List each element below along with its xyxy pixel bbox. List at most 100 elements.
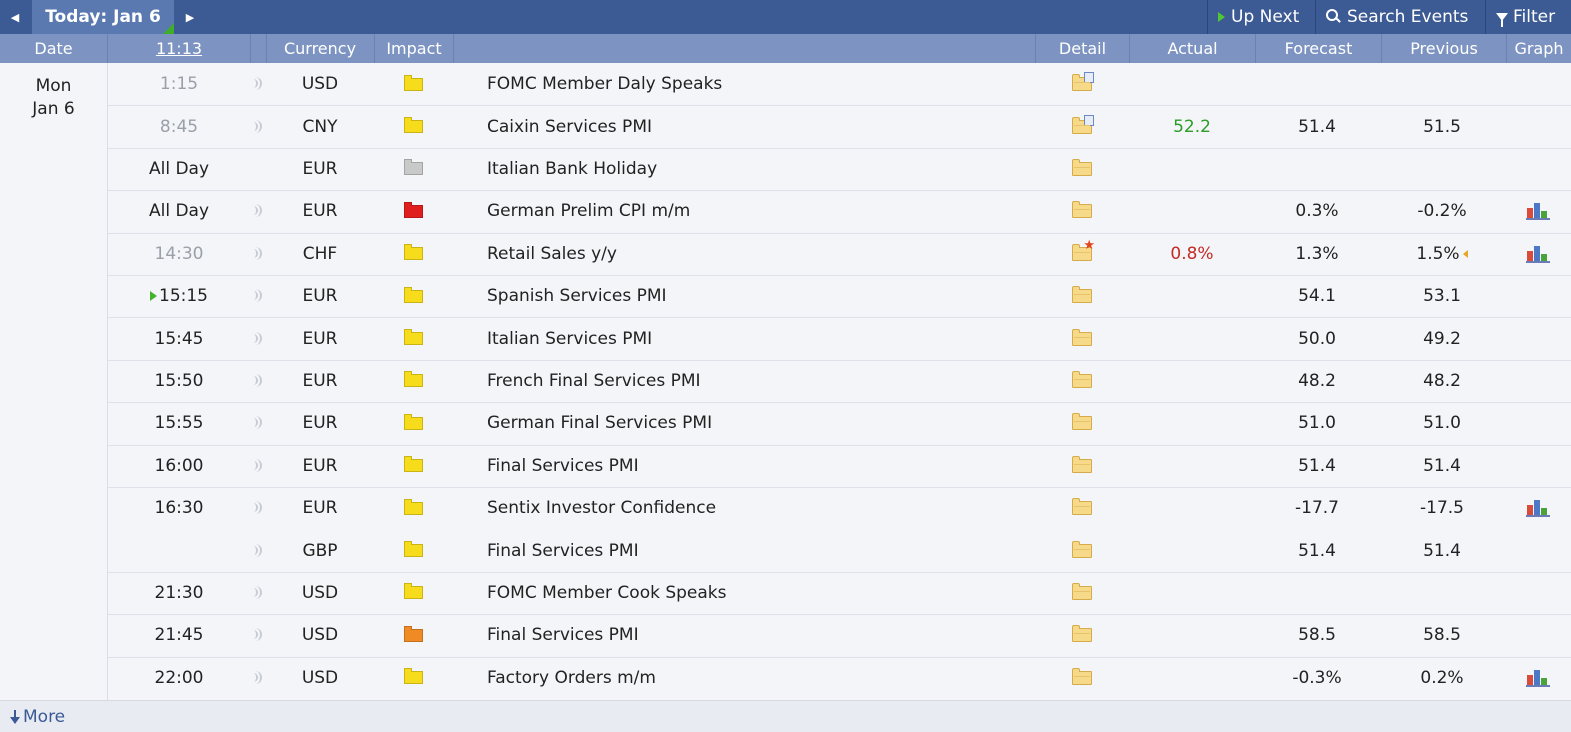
sound-alert-button[interactable]	[246, 63, 266, 105]
sound-alert-button[interactable]	[246, 614, 266, 656]
sound-alert-button[interactable]	[246, 487, 266, 529]
more-link[interactable]: More	[10, 707, 65, 727]
event-title-link[interactable]: Italian Bank Holiday	[487, 148, 1047, 190]
detail-folder-icon	[1072, 370, 1092, 388]
event-row[interactable]: 15:15 EUR Spanish Services PMI 54.1 53.1	[108, 275, 1571, 317]
col-impact: Impact	[386, 39, 442, 58]
graph-button[interactable]	[1518, 657, 1558, 699]
detail-button[interactable]	[1062, 445, 1102, 487]
event-row[interactable]: 15:45 EUR Italian Services PMI 50.0 49.2	[108, 317, 1571, 359]
event-title-link[interactable]: French Final Services PMI	[487, 360, 1047, 402]
event-currency: USD	[301, 582, 339, 603]
detail-button[interactable]	[1062, 317, 1102, 359]
detail-folder-icon	[1072, 582, 1092, 600]
event-title-link[interactable]: FOMC Member Cook Speaks	[487, 572, 1047, 614]
current-time-link[interactable]: 11:13	[108, 34, 250, 63]
sound-alert-button[interactable]	[246, 275, 266, 317]
impact-cell[interactable]	[376, 148, 450, 190]
event-row[interactable]: 22:00 USD Factory Orders m/m -0.3% 0.2%	[108, 657, 1571, 699]
impact-cell[interactable]	[376, 317, 450, 359]
sound-alert-button[interactable]	[246, 657, 266, 699]
event-title-link[interactable]: Retail Sales y/y	[487, 233, 1047, 275]
sound-alert-button[interactable]	[246, 233, 266, 275]
up-next-button[interactable]: Up Next	[1208, 0, 1308, 34]
event-row[interactable]: 21:30 USD FOMC Member Cook Speaks	[108, 572, 1571, 614]
event-title-link[interactable]: Final Services PMI	[487, 529, 1047, 571]
event-title-link[interactable]: Caixin Services PMI	[487, 105, 1047, 147]
detail-button[interactable]	[1062, 190, 1102, 232]
sound-alert-button[interactable]	[246, 529, 266, 571]
event-title-link[interactable]: FOMC Member Daly Speaks	[487, 63, 1047, 105]
event-row[interactable]: 8:45 CNY Caixin Services PMI 52.2 51.4 51.5	[108, 105, 1571, 147]
impact-cell[interactable]	[376, 275, 450, 317]
event-title-link[interactable]: Italian Services PMI	[487, 317, 1047, 359]
graph-button[interactable]	[1518, 487, 1558, 529]
event-row[interactable]: All Day EUR Italian Bank Holiday	[108, 148, 1571, 190]
impact-cell[interactable]	[376, 614, 450, 656]
event-row[interactable]: 14:30 CHF Retail Sales y/y ★ 0.8% 1.3% 1.5%	[108, 233, 1571, 275]
impact-cell[interactable]	[376, 572, 450, 614]
today-button[interactable]: Today: Jan 6	[32, 0, 174, 34]
sound-alert-button[interactable]	[246, 190, 266, 232]
impact-cell[interactable]	[376, 402, 450, 444]
event-title-link[interactable]: Sentix Investor Confidence	[487, 487, 1047, 529]
event-title-link[interactable]: German Prelim CPI m/m	[487, 190, 1047, 232]
next-day-button[interactable]: ▶	[175, 0, 205, 34]
detail-button[interactable]	[1062, 275, 1102, 317]
event-currency: EUR	[302, 158, 338, 179]
sound-alert-button[interactable]	[246, 360, 266, 402]
graph-button[interactable]	[1518, 233, 1558, 275]
event-previous: 51.5	[1380, 105, 1504, 147]
event-time-label: 21:30	[154, 582, 204, 603]
event-previous: 49.2	[1380, 317, 1504, 359]
detail-button[interactable]	[1062, 529, 1102, 571]
impact-cell[interactable]	[376, 233, 450, 275]
search-events-button[interactable]: Search Events	[1316, 0, 1486, 34]
sound-alert-button[interactable]	[246, 572, 266, 614]
impact-cell[interactable]	[376, 657, 450, 699]
sound-alert-button[interactable]	[246, 105, 266, 147]
detail-button[interactable]: ★	[1062, 233, 1102, 275]
impact-cell[interactable]	[376, 445, 450, 487]
detail-button[interactable]	[1062, 614, 1102, 656]
impact-cell[interactable]	[376, 190, 450, 232]
event-title-link[interactable]: Spanish Services PMI	[487, 275, 1047, 317]
impact-cell[interactable]	[376, 63, 450, 105]
sound-alert-button[interactable]	[246, 445, 266, 487]
impact-cell[interactable]	[376, 487, 450, 529]
event-title-link[interactable]: German Final Services PMI	[487, 402, 1047, 444]
impact-cell[interactable]	[376, 529, 450, 571]
detail-button[interactable]	[1062, 105, 1102, 147]
detail-folder-icon	[1072, 72, 1094, 92]
detail-button[interactable]	[1062, 360, 1102, 402]
event-row[interactable]: 15:50 EUR French Final Services PMI 48.2 48.…	[108, 360, 1571, 402]
event-actual	[1130, 529, 1254, 571]
graph-button[interactable]	[1518, 190, 1558, 232]
revised-marker-icon[interactable]	[1462, 249, 1468, 258]
col-detail: Detail	[1058, 39, 1107, 58]
prev-day-button[interactable]: ◀	[0, 0, 30, 34]
event-title-link[interactable]: Final Services PMI	[487, 614, 1047, 656]
event-row[interactable]: 21:45 USD Final Services PMI 58.5 58.5	[108, 614, 1571, 656]
event-row[interactable]: All Day EUR German Prelim CPI m/m 0.3% -0.2%	[108, 190, 1571, 232]
event-row[interactable]: 16:00 EUR Final Services PMI 51.4 51.4	[108, 445, 1571, 487]
detail-button[interactable]	[1062, 487, 1102, 529]
detail-button[interactable]	[1062, 63, 1102, 105]
event-row[interactable]: GBP Final Services PMI 51.4 51.4	[108, 529, 1571, 571]
event-row[interactable]: 15:55 EUR German Final Services PMI 51.0 51.…	[108, 402, 1571, 444]
detail-button[interactable]	[1062, 402, 1102, 444]
event-title-link[interactable]: Factory Orders m/m	[487, 657, 1047, 699]
sound-alert-button[interactable]	[246, 402, 266, 444]
event-row[interactable]: 1:15 USD FOMC Member Daly Speaks	[108, 63, 1571, 105]
detail-button[interactable]	[1062, 657, 1102, 699]
event-row[interactable]: 16:30 EUR Sentix Investor Confidence -17.7 -…	[108, 487, 1571, 529]
sound-icon	[251, 585, 262, 600]
event-title-link[interactable]: Final Services PMI	[487, 445, 1047, 487]
impact-cell[interactable]	[376, 105, 450, 147]
sound-icon	[251, 289, 262, 303]
filter-button[interactable]: Filter	[1486, 0, 1571, 34]
detail-button[interactable]	[1062, 572, 1102, 614]
impact-cell[interactable]	[376, 360, 450, 402]
sound-alert-button[interactable]	[246, 317, 266, 359]
detail-button[interactable]	[1062, 148, 1102, 190]
